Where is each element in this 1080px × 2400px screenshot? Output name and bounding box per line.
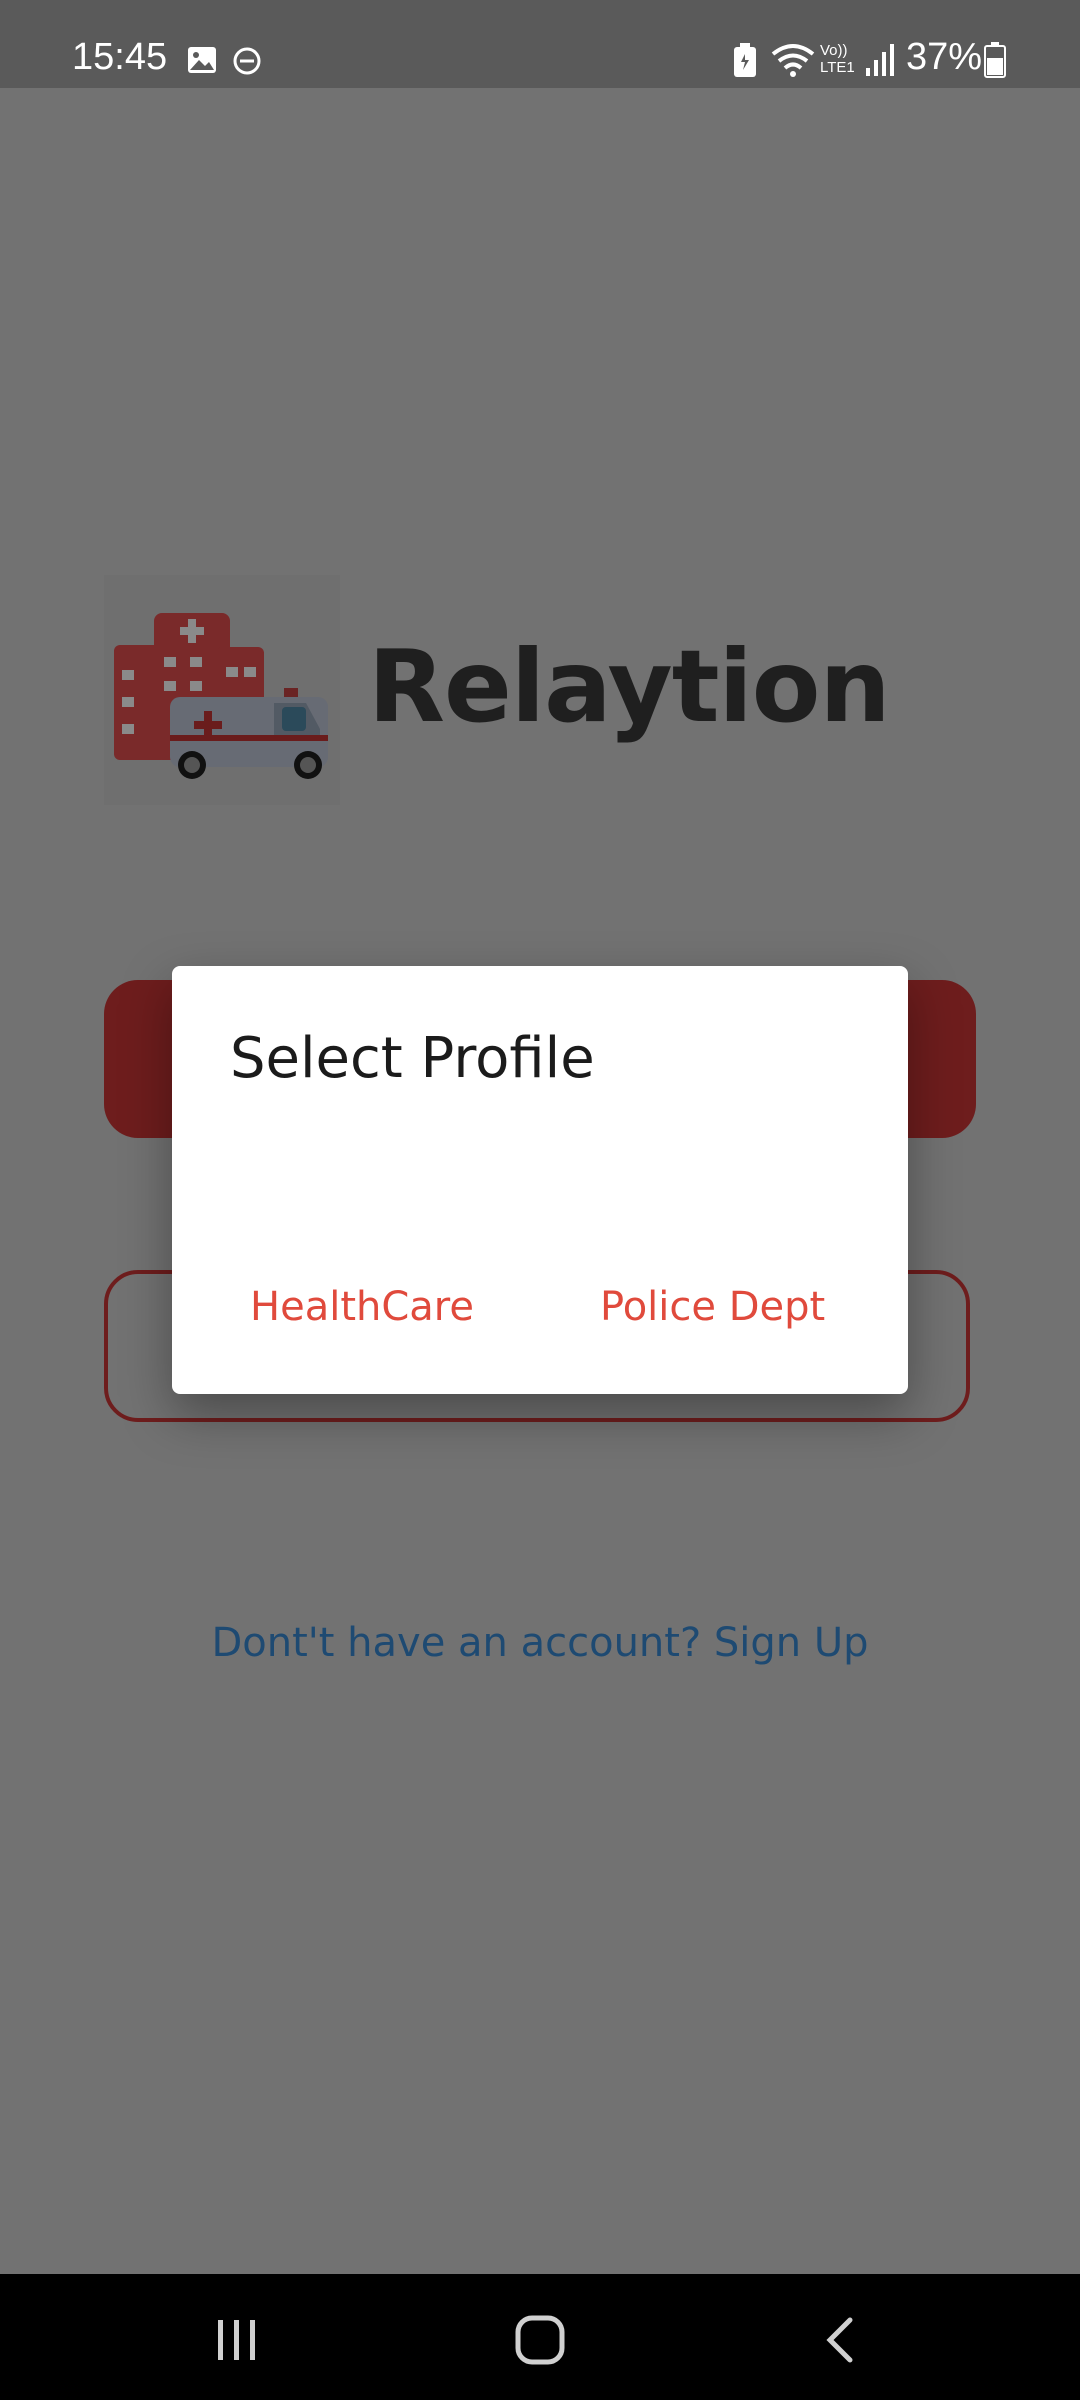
signal-icon: [866, 44, 894, 76]
app-logo: [104, 575, 340, 805]
recents-icon[interactable]: [212, 2318, 262, 2362]
select-profile-dialog: Select Profile HealthCare Police Dept: [172, 966, 908, 1394]
healthcare-button[interactable]: HealthCare: [250, 1284, 474, 1330]
volte-label: Vo)): [820, 42, 848, 59]
lte-label: LTE1: [820, 59, 855, 76]
dialog-title: Select Profile: [230, 1026, 595, 1091]
home-icon[interactable]: [514, 2314, 566, 2366]
battery-icon: [984, 42, 1006, 78]
battery-saver-icon: [734, 43, 756, 77]
battery-percent: 37%: [906, 36, 983, 78]
app-name: Relaytion: [368, 628, 891, 745]
back-icon[interactable]: [822, 2316, 858, 2364]
volte-icon: Vo)) LTE1: [820, 42, 860, 76]
navigation-bar: [0, 2274, 1080, 2400]
image-icon: [188, 47, 216, 73]
dnd-icon: [233, 47, 261, 75]
status-time: 15:45: [72, 36, 168, 78]
status-bar: 15:45 Vo)) LTE1 37%: [0, 0, 1080, 88]
wifi-icon: [771, 44, 815, 77]
police-dept-button[interactable]: Police Dept: [600, 1284, 825, 1330]
signup-link[interactable]: Dont't have an account? Sign Up: [0, 1620, 1080, 1666]
